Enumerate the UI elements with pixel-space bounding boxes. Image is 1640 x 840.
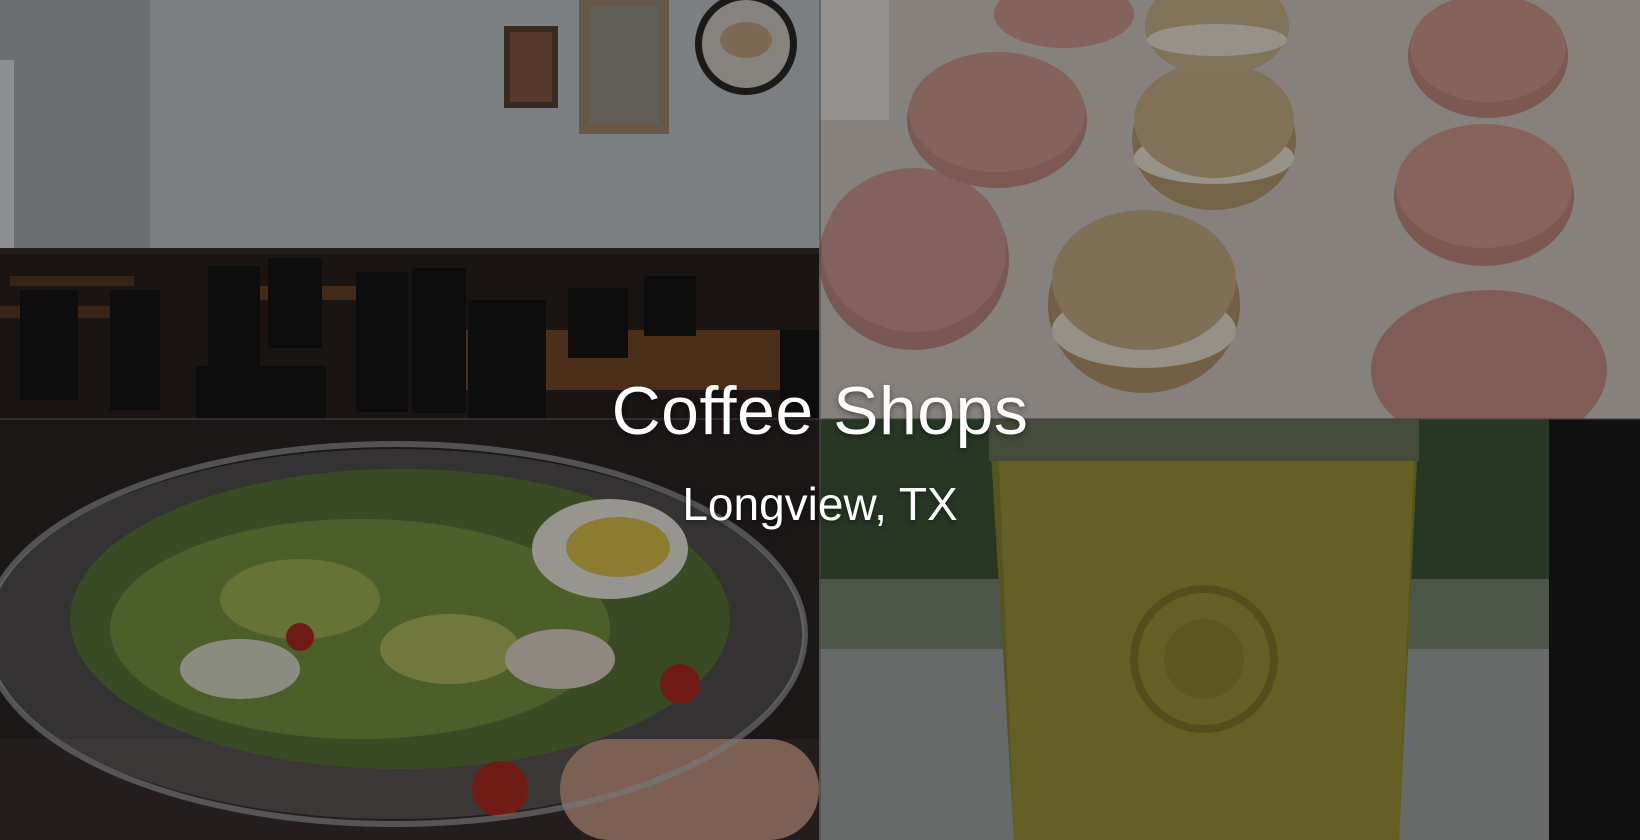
page-title: Coffee Shops — [611, 373, 1029, 449]
hero-banner: Coffee Shops Longview, TX — [0, 0, 1640, 840]
location-subtitle: Longview, TX — [682, 478, 958, 530]
